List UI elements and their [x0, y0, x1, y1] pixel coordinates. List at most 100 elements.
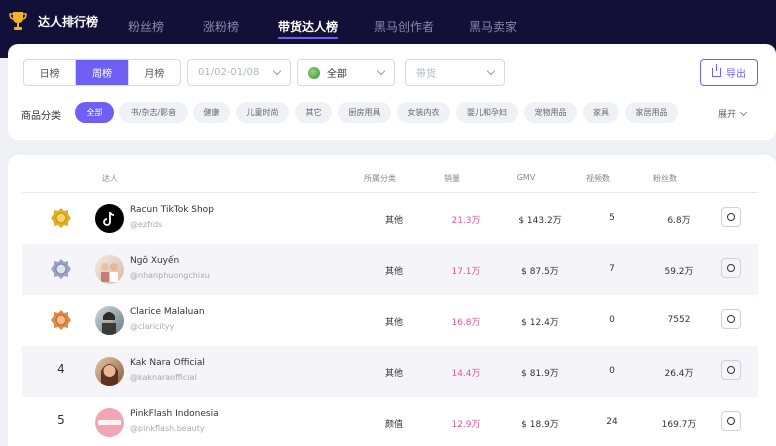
creator-handle: @ezfrds — [130, 220, 163, 229]
creator-name[interactable]: Ngô Xuyến — [130, 256, 179, 266]
sales-cell: 12.9万 — [451, 420, 481, 430]
header-sales: 销量 — [444, 174, 460, 183]
category-chip-furniture[interactable]: 家具 — [583, 102, 619, 123]
fans-cell: 59.2万 — [664, 267, 694, 277]
table-row[interactable]: Ngô Xuyến @nhanphuongchixu 其他 17.1万 $ 87… — [22, 244, 758, 295]
tab-dark-horse-sellers[interactable]: 黑马卖家 — [469, 18, 517, 35]
period-weekly[interactable]: 周榜 — [76, 60, 129, 85]
category-chip-pet[interactable]: 宠物用品 — [524, 102, 577, 123]
header-category: 所属分类 — [364, 174, 396, 183]
category-chip-home[interactable]: 家居用品 — [625, 102, 678, 123]
globe-icon — [308, 66, 320, 79]
goods-select[interactable]: 带货 — [405, 59, 505, 86]
export-button[interactable]: 导出 — [700, 59, 758, 86]
header-gmv: GMV — [516, 173, 536, 182]
creator-handle: @claricityy — [130, 322, 175, 331]
view-icon — [727, 417, 735, 425]
period-monthly[interactable]: 月榜 — [129, 60, 180, 85]
videos-cell: 24 — [606, 417, 618, 427]
view-details-button[interactable] — [721, 258, 741, 278]
tab-dark-horse-creators[interactable]: 黑马创作者 — [374, 18, 434, 35]
creator-handle: @pinkflash.beauty — [130, 424, 205, 433]
fans-cell: 6.8万 — [667, 216, 691, 226]
category-chip-womens-wear[interactable]: 女装内衣 — [397, 102, 450, 123]
view-details-button[interactable] — [721, 207, 741, 227]
category-label: 商品分类 — [21, 111, 61, 122]
creator-name[interactable]: Kak Nara Official — [130, 358, 205, 368]
app-title: 达人排行榜 — [38, 14, 99, 29]
category-chip-kitchen[interactable]: 厨房用具 — [338, 102, 391, 123]
category-cell: 其他 — [384, 318, 404, 328]
view-icon — [727, 213, 735, 221]
sales-cell: 21.3万 — [451, 216, 481, 226]
table-row[interactable]: Clarice Malaluan @claricityy 其他 16.8万 $ … — [22, 295, 758, 346]
country-select[interactable]: 全部 — [297, 59, 395, 86]
tiktok-logo-icon — [103, 211, 115, 226]
bronze-medal-icon — [51, 310, 71, 330]
category-cell: 颜值 — [384, 420, 404, 430]
videos-cell: 0 — [609, 366, 615, 376]
sales-cell: 17.1万 — [451, 267, 481, 277]
category-chip-books[interactable]: 书/杂志/影音 — [119, 102, 188, 123]
export-icon — [712, 64, 721, 77]
category-cell: 其他 — [384, 216, 404, 226]
videos-cell: 5 — [609, 213, 615, 223]
tab-sales-creators[interactable]: 带货达人榜 — [278, 18, 339, 39]
chevron-down-icon — [272, 66, 282, 76]
gmv-cell: $ 81.9万 — [521, 369, 559, 379]
gmv-cell: $ 18.9万 — [521, 420, 559, 430]
brand: 达人排行榜 — [8, 10, 98, 32]
table-row[interactable]: 5 PinkFlash Indonesia @pinkflash.beauty … — [22, 397, 758, 446]
tab-fan-growth[interactable]: 涨粉榜 — [203, 18, 239, 35]
view-icon — [727, 315, 735, 323]
category-chip-health[interactable]: 健康 — [193, 102, 230, 123]
view-icon — [727, 366, 735, 374]
avatar — [95, 204, 124, 233]
table-row[interactable]: Racun TikTok Shop @ezfrds 其他 21.3万 $ 143… — [22, 193, 758, 244]
goods-placeholder: 带货 — [416, 69, 436, 80]
category-chip-kids-fashion[interactable]: 儿童时尚 — [236, 102, 289, 123]
gmv-cell: $ 12.4万 — [521, 318, 559, 328]
person-photo-icon — [101, 364, 118, 386]
date-range-value: 01/02-01/08 — [198, 67, 260, 78]
person-photo-icon — [101, 263, 118, 282]
tab-fans[interactable]: 粉丝榜 — [128, 18, 164, 35]
category-cell: 其他 — [384, 267, 404, 277]
avatar — [95, 306, 124, 335]
person-photo-icon — [102, 312, 116, 335]
fans-cell: 169.7万 — [661, 420, 697, 430]
gmv-cell: $ 87.5万 — [521, 267, 559, 277]
creator-name[interactable]: Racun TikTok Shop — [130, 205, 214, 215]
expand-categories-button[interactable]: 展开 — [718, 107, 748, 120]
creator-name[interactable]: PinkFlash Indonesia — [130, 409, 219, 419]
date-range-select[interactable]: 01/02-01/08 — [187, 59, 291, 86]
category-chip-all[interactable]: 全部 — [75, 102, 114, 123]
sales-cell: 14.4万 — [451, 369, 481, 379]
view-icon — [727, 264, 735, 272]
avatar — [95, 357, 124, 386]
header-videos: 视频数 — [586, 174, 610, 183]
category-cell: 其他 — [384, 369, 404, 379]
view-details-button[interactable] — [721, 411, 741, 431]
creator-name[interactable]: Clarice Malaluan — [130, 307, 205, 317]
view-details-button[interactable] — [721, 360, 741, 380]
period-daily[interactable]: 日榜 — [24, 60, 77, 85]
videos-cell: 0 — [609, 315, 615, 325]
rank-number: 5 — [57, 413, 65, 427]
silver-medal-icon — [51, 259, 71, 279]
country-value: 全部 — [327, 69, 347, 80]
videos-cell: 7 — [609, 264, 615, 274]
ranking-table: 达人 所属分类 销量 GMV 视频数 粉丝数 Racun TikTok Shop… — [8, 155, 776, 446]
table-row[interactable]: 4 Kak Nara Official @kaknaraofficial 其他 … — [22, 346, 758, 397]
view-details-button[interactable] — [721, 309, 741, 329]
category-chip-other[interactable]: 其它 — [295, 102, 332, 123]
fans-cell: 7552 — [667, 315, 691, 325]
trophy-icon — [9, 12, 27, 30]
category-chip-baby-maternity[interactable]: 婴儿和孕妇 — [456, 102, 518, 123]
chevron-down-icon — [739, 108, 748, 116]
gmv-cell: $ 143.2万 — [518, 216, 562, 226]
avatar — [95, 255, 124, 284]
header-creator: 达人 — [102, 174, 118, 183]
chevron-down-icon — [376, 66, 386, 76]
rank-number: 4 — [57, 362, 65, 376]
